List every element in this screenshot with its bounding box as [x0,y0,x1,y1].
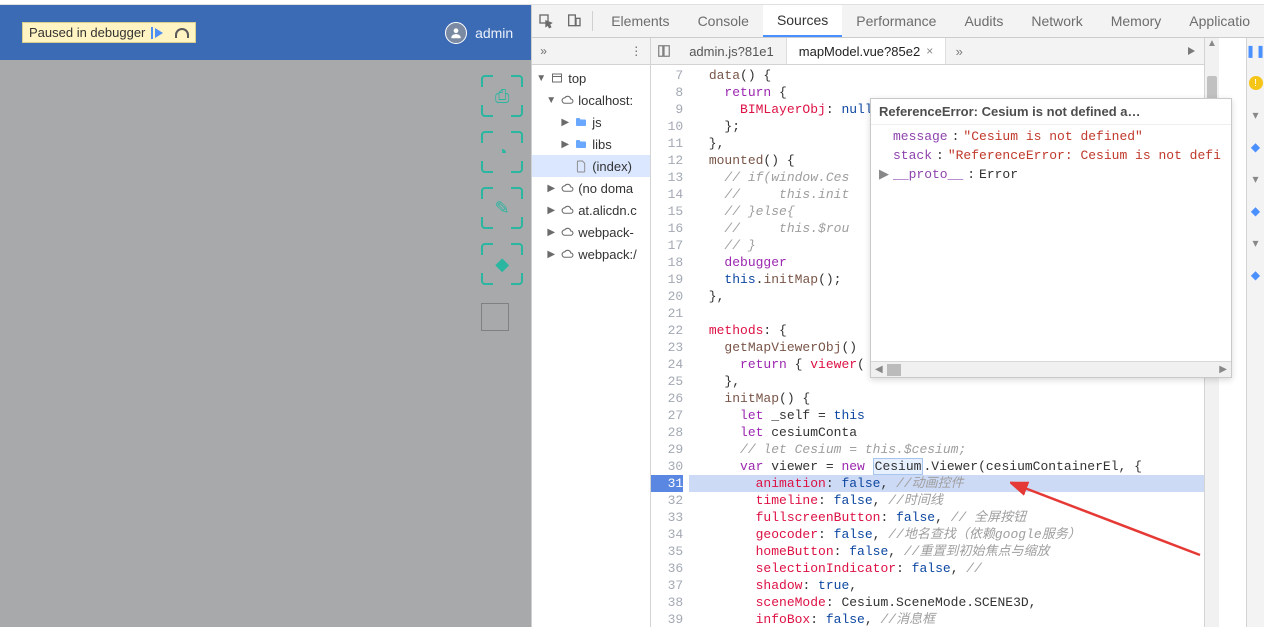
navigator-menu-icon[interactable]: ⋮ [630,44,642,58]
error-proto-key: __proto__ [893,167,963,182]
devtools-tab-network[interactable]: Network [1017,5,1096,37]
tree-item[interactable]: ▶at.alicdn.c [532,199,650,221]
more-files-icon[interactable]: » [946,38,972,64]
error-tooltip: ReferenceError: Cesium is not defined a…… [870,98,1232,378]
line-gutter: 7891011121314151617181920212223242526272… [651,65,689,627]
section-toggle-2[interactable]: ▾ [1249,172,1263,186]
tree-item[interactable]: ▶(no doma [532,177,650,199]
devtools-tab-audits[interactable]: Audits [950,5,1017,37]
tree-item[interactable]: (index) [532,155,650,177]
more-tabs-icon[interactable]: » [540,44,547,58]
error-tooltip-scrollbar[interactable]: ◀▶ [871,361,1231,377]
debugger-paused-badge[interactable]: Paused in debugger [22,22,196,43]
tool-btn-5[interactable] [481,303,509,331]
section-toggle-1[interactable]: ▾ [1249,108,1263,122]
section-toggle-3[interactable]: ▾ [1249,236,1263,250]
app-pane: Paused in debugger admin ⎙ ◔ ✎ ◆ [0,5,531,627]
inspect-icon[interactable] [532,5,560,37]
tree-item[interactable]: ▼top [532,67,650,89]
error-message-key: message [893,129,948,144]
error-stack-key: stack [893,148,932,163]
error-tooltip-header: ReferenceError: Cesium is not defined a… [871,99,1231,125]
username-label: admin [475,25,513,41]
resume-icon[interactable] [151,27,163,39]
devtools-tab-console[interactable]: Console [684,5,763,37]
close-icon[interactable]: × [926,44,933,58]
tool-btn-2[interactable]: ◔ [481,131,523,173]
tree-item[interactable]: ▶webpack- [532,221,650,243]
tool-btn-1[interactable]: ⎙ [481,75,523,117]
step-over-icon[interactable] [175,28,189,38]
devtools-tab-performance[interactable]: Performance [842,5,950,37]
error-message-value: "Cesium is not defined" [963,129,1142,144]
app-header: Paused in debugger admin [0,5,531,60]
navigator-panel: » ⋮ ▼top▼localhost:▶js▶libs(index)▶(no d… [532,38,651,627]
breakpoint-icon-3[interactable]: ◆ [1249,268,1263,282]
warning-badge-icon[interactable]: ! [1249,76,1263,90]
file-tabs: admin.js?81e1mapModel.vue?85e2× » [651,38,1204,65]
devtools-tab-sources[interactable]: Sources [763,5,842,37]
tree-item[interactable]: ▶libs [532,133,650,155]
avatar [445,22,467,44]
breakpoint-icon[interactable]: ◆ [1249,140,1263,154]
tool-btn-4[interactable]: ◆ [481,243,523,285]
user-area[interactable]: admin [445,22,513,44]
run-snippet-icon[interactable] [1178,38,1204,64]
tree-item[interactable]: ▶webpack:/ [532,243,650,265]
devtools-tab-elements[interactable]: Elements [597,5,683,37]
device-icon[interactable] [560,5,588,37]
file-tab[interactable]: admin.js?81e1 [677,38,787,64]
error-stack-value: "ReferenceError: Cesium is not defi [948,148,1221,163]
file-tab[interactable]: mapModel.vue?85e2× [787,38,946,64]
breakpoint-icon-2[interactable]: ◆ [1249,204,1263,218]
debug-sidebar-collapsed: ❚❚ ! ▾ ◆ ▾ ◆ ▾ ◆ [1246,38,1264,627]
floating-toolbox: ⎙ ◔ ✎ ◆ [481,75,523,331]
tree-item[interactable]: ▼localhost: [532,89,650,111]
prev-tab-icon[interactable] [651,38,677,64]
tree-item[interactable]: ▶js [532,111,650,133]
navigator-header: » ⋮ [532,38,650,65]
pause-indicator-icon[interactable]: ❚❚ [1249,44,1263,58]
paused-label: Paused in debugger [29,25,145,40]
tool-btn-3[interactable]: ✎ [481,187,523,229]
devtools-tabs: ElementsConsoleSourcesPerformanceAuditsN… [532,5,1264,38]
file-tree[interactable]: ▼top▼localhost:▶js▶libs(index)▶(no doma▶… [532,65,650,627]
error-proto-value: Error [979,167,1018,182]
devtools-tab-applicatio[interactable]: Applicatio [1175,5,1264,37]
devtools-tab-memory[interactable]: Memory [1097,5,1176,37]
